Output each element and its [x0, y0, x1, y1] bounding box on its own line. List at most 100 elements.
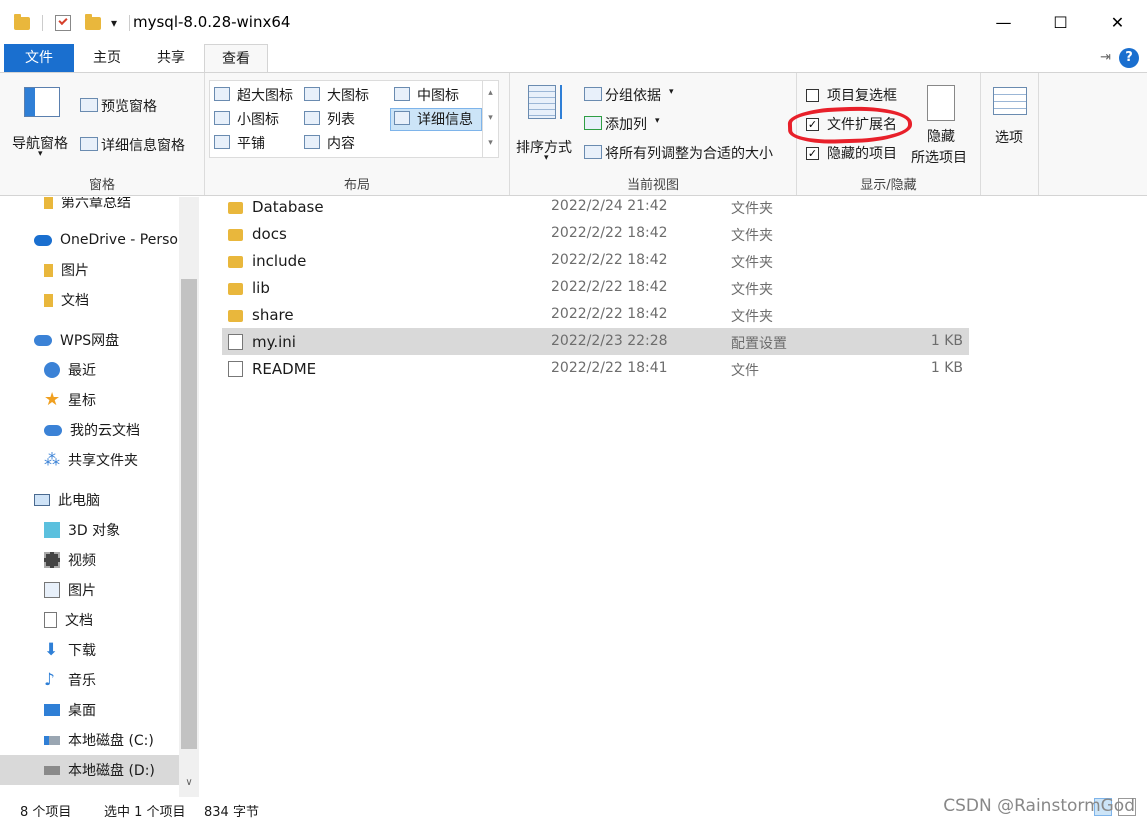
layout-small-icons[interactable]: 小图标 [237, 109, 279, 129]
file-date: 2022/2/22 18:42 [551, 252, 668, 268]
nav-item-onedrive[interactable]: OneDrive - Personal [0, 225, 180, 255]
item-checkboxes-label: 项目复选框 [827, 88, 897, 104]
nav-item-drive-d[interactable]: 本地磁盘 (D:) [0, 755, 180, 785]
properties-icon[interactable] [55, 15, 71, 31]
options-icon [993, 87, 1027, 115]
file-row[interactable]: lib 2022/2/22 18:42 文件夹 [222, 274, 969, 301]
file-type: 文件 [731, 363, 759, 379]
file-row[interactable]: docs 2022/2/22 18:42 文件夹 [222, 220, 969, 247]
pin-ribbon-icon[interactable]: ⇥ [1100, 50, 1111, 65]
fit-columns-button[interactable]: 将所有列调整为合适的大小 [605, 143, 773, 163]
close-button[interactable]: ✕ [1089, 0, 1146, 44]
help-icon[interactable]: ? [1119, 48, 1139, 68]
file-list: Database 2022/2/24 21:42 文件夹 docs 2022/2… [199, 197, 1147, 797]
scrollbar-thumb[interactable] [181, 279, 197, 749]
layout-medium-icons[interactable]: 中图标 [417, 85, 459, 105]
gallery-scroll[interactable]: ▴ ▾ ▾ [482, 81, 498, 157]
nav-item-wps[interactable]: WPS网盘 [0, 325, 180, 355]
tab-file[interactable]: 文件 [4, 44, 74, 72]
group-panes: 导航窗格 ▾ 预览窗格 详细信息窗格 窗格 [0, 73, 205, 195]
watermark: CSDN @RainstormGod [943, 796, 1135, 816]
nav-item-label: OneDrive - Personal [60, 232, 180, 248]
layout-large-icons[interactable]: 大图标 [327, 85, 369, 105]
file-row[interactable]: Database 2022/2/24 21:42 文件夹 [222, 193, 969, 220]
nav-item-label: 本地磁盘 (C:) [68, 733, 154, 749]
file-icon [228, 361, 243, 377]
small-icons-icon [214, 111, 230, 125]
cube-icon [44, 522, 60, 538]
file-type: 文件夹 [731, 201, 773, 217]
layout-extra-large-icons[interactable]: 超大图标 [237, 85, 293, 105]
folder-icon [228, 229, 243, 241]
tab-share[interactable]: 共享 [140, 44, 202, 72]
nav-item-pictures-pc[interactable]: 图片 [0, 575, 180, 605]
layout-list[interactable]: 列表 [327, 109, 355, 129]
file-row[interactable]: include 2022/2/22 18:42 文件夹 [222, 247, 969, 274]
customize-toolbar-icon[interactable]: ▾ [111, 16, 117, 30]
hide-selected-label-line2: 所选项目 [911, 150, 967, 166]
folder-icon [228, 202, 243, 214]
nav-item-3d-objects[interactable]: 3D 对象 [0, 515, 180, 545]
nav-item-shared-folder[interactable]: ⁂ 共享文件夹 [0, 445, 180, 475]
nav-item-label: 本地磁盘 (D:) [68, 763, 155, 779]
nav-item-desktop[interactable]: 桌面 [0, 695, 180, 725]
minimize-button[interactable]: — [975, 0, 1032, 44]
new-folder-icon[interactable] [85, 13, 101, 30]
group-by-button[interactable]: 分组依据 [605, 85, 661, 105]
nav-item-label: 下载 [68, 643, 96, 659]
nav-item-downloads[interactable]: ⬇ 下载 [0, 635, 180, 665]
nav-item-recent[interactable]: 最近 [0, 355, 180, 385]
file-row[interactable]: README 2022/2/22 18:41 文件 1 KB [222, 355, 969, 382]
add-column-button[interactable]: 添加列 [605, 114, 647, 134]
item-checkboxes-checkbox[interactable] [806, 89, 819, 102]
share-folder-icon: ⁂ [44, 450, 60, 469]
tab-view[interactable]: 查看 [204, 44, 268, 72]
nav-item-pictures[interactable]: 图片 [0, 255, 180, 285]
hide-selected-label-line1: 隐藏 [927, 129, 955, 145]
nav-item-label: 星标 [68, 393, 96, 409]
nav-item-documents-pc[interactable]: 文档 [0, 605, 180, 635]
nav-item-documents[interactable]: 文档 [0, 285, 180, 315]
tab-home[interactable]: 主页 [76, 44, 138, 72]
file-name: Database [252, 198, 324, 216]
layout-tiles[interactable]: 平铺 [237, 133, 265, 153]
hide-selected-button[interactable]: 隐藏 所选项目 [909, 81, 977, 166]
options-button[interactable]: 选项 [985, 83, 1035, 153]
layout-gallery: 超大图标 大图标 中图标 小图标 列表 详细信息 平铺 内容 ▴ ▾ ▾ [209, 80, 499, 158]
nav-item-cloud-docs[interactable]: 我的云文档 [0, 415, 180, 445]
preview-pane-icon [80, 98, 98, 112]
nav-item-label: 音乐 [68, 673, 96, 689]
layout-details[interactable]: 详细信息 [417, 109, 473, 129]
drive-c-icon [44, 735, 60, 745]
scroll-down-icon[interactable]: ∨ [183, 777, 195, 788]
clock-icon [44, 362, 60, 378]
file-row[interactable]: share 2022/2/22 18:42 文件夹 [222, 301, 969, 328]
nav-pane-icon [24, 87, 60, 117]
maximize-button[interactable]: ☐ [1032, 0, 1089, 44]
content-icon [304, 135, 320, 149]
details-pane-button[interactable]: 详细信息窗格 [101, 135, 185, 155]
nav-item-starred[interactable]: ★ 星标 [0, 385, 180, 415]
config-file-icon [228, 334, 243, 350]
nav-scrollbar[interactable]: ∨ [179, 197, 199, 797]
folder-icon [44, 263, 53, 277]
file-row-selected[interactable]: my.ini 2022/2/23 22:28 配置设置 1 KB [222, 328, 969, 355]
nav-item-drive-c[interactable]: 本地磁盘 (C:) [0, 725, 180, 755]
nav-item-music[interactable]: ♪ 音乐 [0, 665, 180, 695]
hidden-items-checkbox[interactable]: ✓ [806, 147, 819, 160]
layout-content[interactable]: 内容 [327, 133, 355, 153]
nav-item-this-pc[interactable]: 此电脑 [0, 485, 180, 515]
group-current-view: 排序方式 ▾ 分组依据 ▾ 添加列 ▾ 将所有列调整为合适的大小 当前视图 [510, 73, 797, 195]
cloud-doc-icon [44, 424, 62, 436]
chevron-down-icon: ▾ [669, 87, 674, 97]
hidden-items-label: 隐藏的项目 [827, 146, 897, 162]
navigation-pane: 第六章总结 OneDrive - Personal 图片 文档 WPS网盘 最近… [0, 197, 199, 797]
desktop-icon [44, 704, 60, 716]
sort-by-button[interactable]: 排序方式 ▾ [514, 83, 578, 167]
nav-item-label: WPS网盘 [60, 333, 120, 349]
preview-pane-button[interactable]: 预览窗格 [101, 96, 157, 116]
hide-selected-icon [927, 85, 955, 121]
nav-item-videos[interactable]: 视频 [0, 545, 180, 575]
nav-pane-button[interactable]: 导航窗格 ▾ [6, 83, 76, 163]
nav-item[interactable]: 第六章总结 [0, 197, 180, 217]
